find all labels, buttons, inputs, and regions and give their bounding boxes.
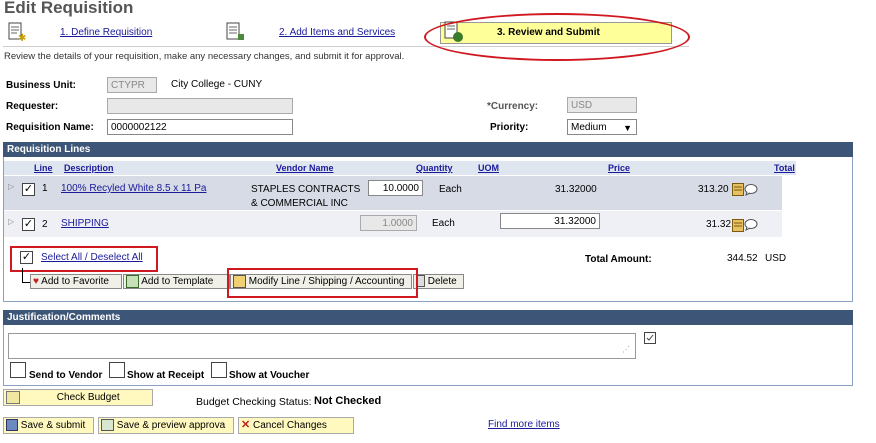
requisition-name-label: Requisition Name:	[6, 122, 94, 133]
save-icon	[6, 419, 18, 432]
lines-column-header	[4, 161, 796, 175]
cancel-x-icon: ✕	[241, 419, 251, 431]
vendor-name: STAPLES CONTRACTS	[251, 184, 361, 195]
comments-textarea[interactable]	[8, 333, 636, 359]
select-all-link[interactable]: Select All / Deselect All	[41, 252, 143, 263]
comment-icon[interactable]	[744, 184, 758, 196]
uom-value: Each	[432, 218, 455, 229]
save-preview-button[interactable]: Save & preview approva	[98, 417, 234, 434]
spellcheck-icon[interactable]	[644, 332, 656, 344]
annotation-box-modify	[227, 268, 418, 298]
priority-value: Medium	[571, 122, 607, 133]
requester-label: Requester:	[6, 101, 59, 112]
check-budget-button[interactable]: Check Budget	[3, 389, 153, 406]
line-description-link[interactable]: 100% Recyled White 8.5 x 11 Pa	[61, 183, 206, 194]
step-define-requisition[interactable]: 1. Define Requisition	[60, 27, 152, 38]
col-total[interactable]: Total	[774, 163, 795, 173]
line-number: 2	[42, 219, 48, 230]
line-number: 1	[42, 183, 48, 194]
send-to-vendor-checkbox[interactable]	[10, 362, 26, 378]
business-unit-label: Business Unit:	[6, 80, 77, 91]
comment-icon[interactable]	[744, 219, 758, 231]
item-detail-icon[interactable]	[732, 183, 744, 196]
find-more-items-link[interactable]: Find more items	[488, 419, 560, 430]
total-amount-label: Total Amount:	[585, 254, 652, 265]
intro-text: Review the details of your requisition, …	[4, 51, 405, 62]
requisition-lines-header: Requisition Lines	[3, 142, 853, 157]
show-at-receipt-checkbox[interactable]	[109, 362, 125, 378]
budget-status-label: Budget Checking Status:	[196, 396, 312, 408]
total-amount-currency: USD	[765, 253, 787, 264]
send-to-vendor-label: Send to Vendor	[29, 370, 103, 381]
col-uom[interactable]: UOM	[478, 163, 499, 173]
uom-value: Each	[439, 184, 462, 195]
document-add-icon	[226, 22, 244, 40]
resize-grip-icon: ⋰	[622, 345, 630, 354]
business-unit-description: City College - CUNY	[171, 79, 263, 90]
currency-field: USD	[567, 97, 637, 113]
col-quantity[interactable]: Quantity	[416, 163, 453, 173]
col-vendor-name[interactable]: Vendor Name	[276, 163, 334, 173]
line-total: 313.20	[698, 184, 729, 195]
item-detail-icon[interactable]	[732, 219, 744, 232]
show-at-voucher-label: Show at Voucher	[229, 370, 310, 381]
total-amount-value: 344.52	[727, 253, 758, 264]
priority-select[interactable]: Medium ▼	[567, 119, 637, 135]
preview-icon	[101, 419, 114, 432]
vendor-name-cont: & COMMERCIAL INC	[251, 198, 348, 209]
step-add-items[interactable]: 2. Add Items and Services	[279, 27, 395, 38]
show-at-voucher-checkbox[interactable]	[211, 362, 227, 378]
chevron-down-icon: ▼	[623, 123, 632, 133]
select-all-checkbox[interactable]: ✓	[20, 251, 33, 264]
expand-arrow-icon[interactable]: ▷	[8, 182, 14, 191]
requester-field[interactable]	[107, 98, 293, 114]
currency-label: *Currency:	[487, 101, 539, 112]
line-total: 31.32	[706, 219, 732, 230]
budget-status-value: Not Checked	[314, 395, 382, 407]
template-icon	[126, 275, 139, 288]
page-title: Edit Requisition	[4, 0, 134, 17]
requisition-name-input[interactable]: 0000002122	[107, 119, 293, 135]
line-checkbox[interactable]: ✓	[22, 183, 35, 196]
line-checkbox[interactable]: ✓	[22, 218, 35, 231]
svg-text:✱: ✱	[18, 33, 26, 42]
annotation-oval	[424, 13, 690, 61]
business-unit-field: CTYPR	[107, 77, 157, 93]
cancel-changes-button[interactable]: ✕ Cancel Changes	[238, 417, 354, 434]
delete-button[interactable]: Delete	[413, 274, 464, 289]
show-at-receipt-label: Show at Receipt	[127, 370, 205, 381]
budget-check-icon	[6, 390, 20, 404]
add-to-favorite-button[interactable]: ♥ Add to Favorite	[30, 274, 122, 289]
priority-label: Priority:	[490, 122, 529, 133]
col-description[interactable]: Description	[64, 163, 114, 173]
quantity-input[interactable]: 10.0000	[368, 180, 423, 196]
heart-add-icon: ♥	[33, 276, 39, 287]
price-input[interactable]: 31.32000	[500, 213, 600, 229]
document-star-icon: ✱	[8, 22, 26, 42]
col-line[interactable]: Line	[34, 163, 53, 173]
add-to-template-button[interactable]: Add to Template	[123, 274, 230, 289]
line-description-link[interactable]: SHIPPING	[61, 218, 109, 229]
save-submit-button[interactable]: Save & submit	[3, 417, 94, 434]
expand-arrow-icon[interactable]: ▷	[8, 217, 14, 226]
quantity-input: 1.0000	[360, 215, 417, 231]
price-value: 31.32000	[555, 184, 597, 195]
col-price[interactable]: Price	[608, 163, 630, 173]
justification-header: Justification/Comments	[3, 310, 853, 325]
